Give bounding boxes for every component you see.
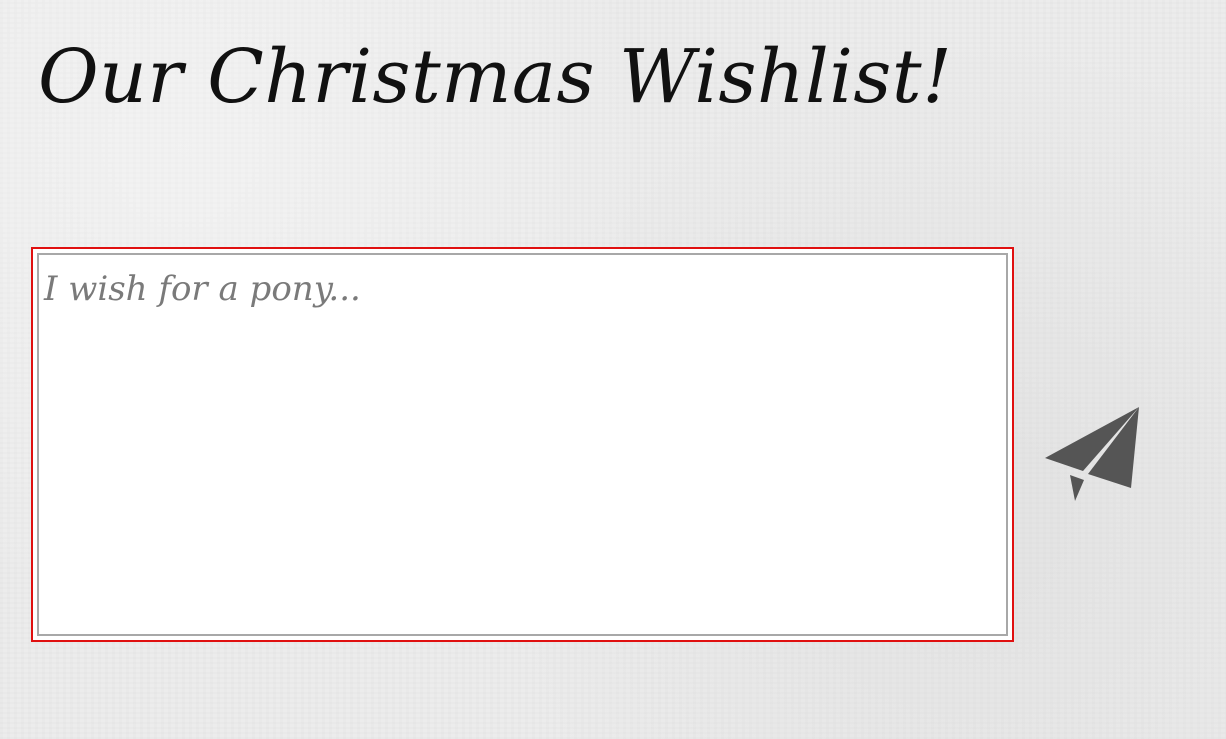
- paper-plane-icon: [1045, 407, 1139, 501]
- send-button[interactable]: [1041, 402, 1145, 506]
- wish-textarea[interactable]: [37, 253, 1008, 636]
- page-title: Our Christmas Wishlist!: [38, 34, 953, 120]
- wish-form: [31, 247, 1139, 647]
- textarea-focus-frame: [31, 247, 1014, 642]
